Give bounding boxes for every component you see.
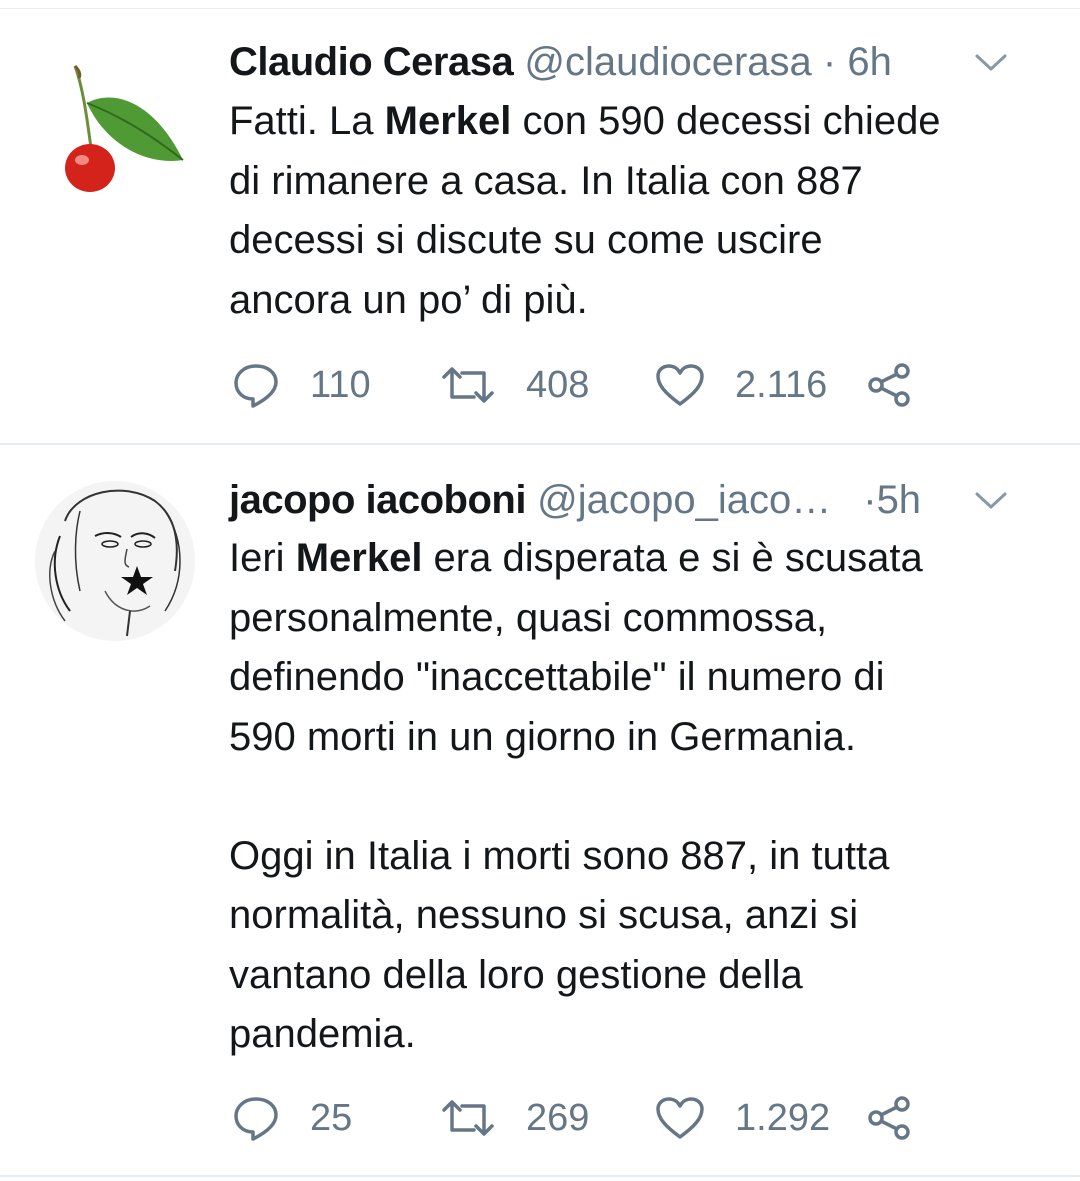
text-line: Oggi in Italia i morti sono 887, in tutt…: [229, 833, 890, 878]
like-count: 1.292: [735, 1097, 831, 1139]
reply-count: 25: [310, 1097, 353, 1139]
like-count: 2.116: [735, 364, 828, 406]
tweet-text: Ieri Merkel era disperata e si è scusata…: [229, 529, 1049, 1065]
like-button[interactable]: 2.116: [655, 360, 827, 410]
text-line: normalità, nessuno si scusa, anzi si: [229, 893, 859, 937]
tweet-header: Claudio Cerasa @claudiocerasa · 6h: [229, 32, 1050, 92]
like-button[interactable]: 1.292: [655, 1093, 830, 1143]
heart-icon: [656, 364, 704, 406]
tweet[interactable]: Claudio Cerasa @claudiocerasa · 6h Fatti…: [0, 10, 1080, 445]
action-bar: 25 269 1.292: [232, 1093, 932, 1143]
author-name[interactable]: Claudio Cerasa: [229, 40, 514, 84]
sketch-portrait-icon: [35, 481, 195, 641]
text-line: Ieri Merkel era disperata e si è scusata: [229, 529, 1049, 589]
reply-icon: [234, 1097, 278, 1141]
separator-dot: ·: [863, 478, 877, 522]
bold-text: Merkel: [295, 536, 423, 580]
separator-dot: ·: [822, 40, 837, 84]
author-handle[interactable]: @jacopo_iacoboni: [537, 470, 852, 530]
text-segment: Ieri: [229, 536, 296, 580]
tweet-header: jacopo iacoboni @jacopo_iacoboni ·5h: [229, 470, 1050, 530]
reply-count: 110: [310, 364, 371, 406]
text-line: di rimanere a casa. In Italia con 887: [229, 158, 863, 203]
retweet-count: 269: [526, 1097, 590, 1139]
text-line: 590 morti in un giorno in Germania.: [229, 714, 856, 759]
share-icon: [868, 363, 910, 407]
author-name[interactable]: jacopo iacoboni: [229, 478, 526, 522]
text-line: ancora un po’ di più.: [229, 277, 588, 322]
timeline: Claudio Cerasa @claudiocerasa · 6h Fatti…: [0, 0, 1080, 1181]
reply-button[interactable]: 25: [232, 1093, 352, 1143]
text-line: Fatti. La Merkel con 590 decessi chiede: [229, 92, 1049, 152]
text-segment: con 590 decessi chiede: [511, 99, 941, 143]
avatar[interactable]: [35, 48, 195, 208]
author-handle[interactable]: @claudiocerasa: [524, 40, 811, 84]
text-line: pandemia.: [229, 1012, 416, 1056]
retweet-icon: [442, 1100, 494, 1136]
share-button[interactable]: [866, 360, 914, 410]
text-segment: era disperata e si è scusata: [422, 536, 923, 580]
text-segment: Fatti. La: [229, 99, 385, 143]
reply-button[interactable]: 110: [232, 360, 371, 410]
retweet-button[interactable]: 269: [440, 1093, 589, 1143]
heart-icon: [656, 1097, 704, 1139]
retweet-icon: [442, 367, 494, 403]
avatar[interactable]: [35, 481, 195, 641]
text-line: personalmente, quasi commossa,: [229, 595, 828, 640]
share-button[interactable]: [866, 1093, 914, 1143]
share-icon: [868, 1096, 910, 1140]
top-divider: [0, 0, 1080, 9]
retweet-count: 408: [526, 364, 590, 406]
tweet-text: Fatti. La Merkel con 590 decessi chiede …: [229, 92, 1049, 330]
retweet-button[interactable]: 408: [440, 360, 589, 410]
chevron-down-icon[interactable]: [974, 486, 1008, 514]
timestamp[interactable]: 6h: [847, 40, 892, 84]
reply-icon: [234, 364, 278, 408]
tweet[interactable]: jacopo iacoboni @jacopo_iacoboni ·5h Ier…: [0, 445, 1080, 1177]
chevron-down-icon[interactable]: [974, 48, 1008, 76]
timestamp[interactable]: 5h: [877, 478, 922, 522]
cherry-icon: [35, 48, 195, 208]
text-line: decessi si discute su come uscire: [229, 218, 823, 262]
action-bar: 110 408 2.116: [232, 360, 932, 410]
text-line: vantano della loro gestione della: [229, 952, 803, 997]
bold-text: Merkel: [384, 99, 512, 143]
text-line: definendo "inaccettabile" il numero di: [229, 655, 885, 699]
